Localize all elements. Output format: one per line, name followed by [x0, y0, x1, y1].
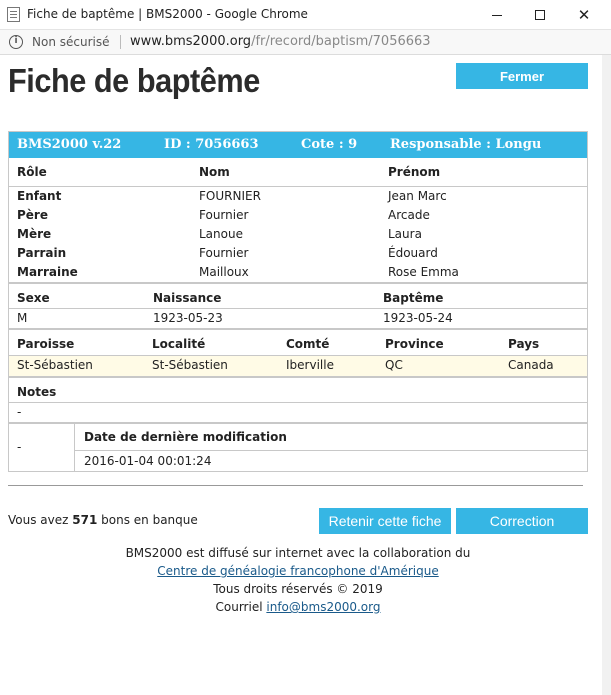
nom-cell: Lanoue	[199, 227, 243, 241]
header-pays: Pays	[508, 337, 540, 351]
role-cell: Enfant	[17, 189, 62, 203]
url-path: /fr/record/baptism/7056663	[251, 34, 431, 49]
baptism-record: BMS2000 v.22 ID : 7056663 Cote : 9 Respo…	[8, 131, 588, 472]
window-title: Fiche de baptême | BMS2000 - Google Chro…	[27, 7, 308, 21]
record-id: ID : 7056663	[164, 137, 259, 152]
people-header-row: Rôle Nom Prénom	[9, 158, 587, 186]
divider	[8, 485, 583, 486]
prenom-cell: Arcade	[388, 208, 430, 222]
header-prenom: Prénom	[388, 165, 441, 179]
close-icon: ✕	[577, 6, 591, 24]
table-row: Enfant FOURNIER Jean Marc	[9, 187, 587, 206]
footer-collab-text: BMS2000 est diffusé sur internet avec la…	[125, 546, 471, 560]
page-title: Fiche de baptême	[8, 62, 260, 99]
modification-value-cell: 2016-01-04 00:01:24	[75, 450, 587, 471]
record-cote: Cote : 9	[301, 137, 358, 152]
correction-button[interactable]: Correction	[456, 508, 588, 534]
bank-count: 571	[72, 513, 98, 527]
close-window-button[interactable]: ✕	[561, 0, 607, 30]
header-sexe: Sexe	[17, 291, 50, 305]
footer: BMS2000 est diffusé sur internet avec la…	[0, 544, 596, 616]
header-naissance: Naissance	[153, 291, 222, 305]
header-comte: Comté	[286, 337, 330, 351]
nom-cell: Fournier	[199, 246, 249, 260]
header-localite: Localité	[152, 337, 206, 351]
bank-suffix: bons en banque	[101, 513, 198, 527]
place-header-row: Paroisse Localité Comté Province Pays	[9, 328, 587, 355]
pays-value: Canada	[508, 358, 554, 372]
close-button[interactable]: Fermer	[456, 63, 588, 89]
naissance-value: 1923-05-23	[153, 311, 223, 325]
notes-row: -	[9, 402, 587, 422]
prenom-cell: Édouard	[388, 246, 438, 260]
role-cell: Marraine	[17, 265, 78, 279]
notes-header-row: Notes	[9, 376, 587, 402]
modification-left-value: -	[17, 440, 22, 454]
localite-value: St-Sébastien	[152, 358, 228, 372]
footer-copyright: Tous droits réservés © 2019	[213, 582, 383, 596]
modification-block: - Date de dernière modification 2016-01-…	[9, 422, 587, 471]
paroisse-value: St-Sébastien	[17, 358, 93, 372]
header-nom: Nom	[199, 165, 230, 179]
sexe-value: M	[17, 311, 28, 325]
info-icon[interactable]: i	[9, 35, 23, 49]
notes-value: -	[17, 405, 22, 419]
role-cell: Parrain	[17, 246, 67, 260]
url-text[interactable]: www.bms2000.org/fr/record/baptism/705666…	[130, 34, 431, 49]
province-value: QC	[385, 358, 403, 372]
role-cell: Père	[17, 208, 48, 222]
address-bar[interactable]: i Non sécurisé www.bms2000.org/fr/record…	[0, 30, 611, 55]
maximize-button[interactable]	[517, 0, 563, 30]
modification-header: Date de dernière modification	[84, 430, 287, 444]
nom-cell: FOURNIER	[199, 189, 261, 203]
modification-left-cell: -	[9, 424, 75, 471]
window-titlebar: Fiche de baptême | BMS2000 - Google Chro…	[0, 0, 611, 30]
scrollbar[interactable]	[602, 55, 611, 695]
maximize-icon	[535, 10, 545, 20]
address-separator	[120, 35, 121, 49]
prenom-cell: Rose Emma	[388, 265, 459, 279]
bapteme-value: 1923-05-24	[383, 311, 453, 325]
table-row: Marraine Mailloux Rose Emma	[9, 263, 587, 282]
table-row: Père Fournier Arcade	[9, 206, 587, 225]
document-icon	[7, 7, 20, 22]
retain-record-button[interactable]: Retenir cette fiche	[319, 508, 451, 534]
nom-cell: Mailloux	[199, 265, 249, 279]
table-row: Mère Lanoue Laura	[9, 225, 587, 244]
record-version: BMS2000 v.22	[17, 137, 122, 152]
footer-email-prefix: Courriel	[215, 600, 263, 614]
bank-balance: Vous avez 571 bons en banque	[8, 513, 198, 527]
header-province: Province	[385, 337, 444, 351]
people-table: Enfant FOURNIER Jean Marc Père Fournier …	[9, 186, 587, 282]
footer-email-line: Courriel info@bms2000.org	[0, 598, 596, 616]
security-label[interactable]: Non sécurisé	[32, 35, 109, 49]
dates-row: M 1923-05-23 1923-05-24	[9, 308, 587, 328]
notes-header: Notes	[17, 385, 57, 399]
minimize-button[interactable]	[474, 0, 520, 30]
cgfa-link[interactable]: Centre de généalogie francophone d'Améri…	[157, 564, 438, 578]
minimize-icon	[492, 14, 502, 16]
email-link[interactable]: info@bms2000.org	[266, 600, 380, 614]
table-row: Parrain Fournier Édouard	[9, 244, 587, 263]
comte-value: Iberville	[286, 358, 334, 372]
dates-header-row: Sexe Naissance Baptême	[9, 282, 587, 308]
nom-cell: Fournier	[199, 208, 249, 222]
prenom-cell: Jean Marc	[388, 189, 447, 203]
prenom-cell: Laura	[388, 227, 422, 241]
modification-value: 2016-01-04 00:01:24	[84, 454, 212, 468]
place-row: St-Sébastien St-Sébastien Iberville QC C…	[9, 355, 587, 376]
record-responsable: Responsable : Longu	[390, 137, 542, 152]
role-cell: Mère	[17, 227, 52, 241]
modification-header-cell: Date de dernière modification	[75, 424, 587, 450]
header-bapteme: Baptême	[383, 291, 444, 305]
header-role: Rôle	[17, 165, 47, 179]
bank-prefix: Vous avez	[8, 513, 69, 527]
header-paroisse: Paroisse	[17, 337, 75, 351]
url-host: www.bms2000.org	[130, 34, 252, 49]
record-header: BMS2000 v.22 ID : 7056663 Cote : 9 Respo…	[9, 132, 587, 158]
